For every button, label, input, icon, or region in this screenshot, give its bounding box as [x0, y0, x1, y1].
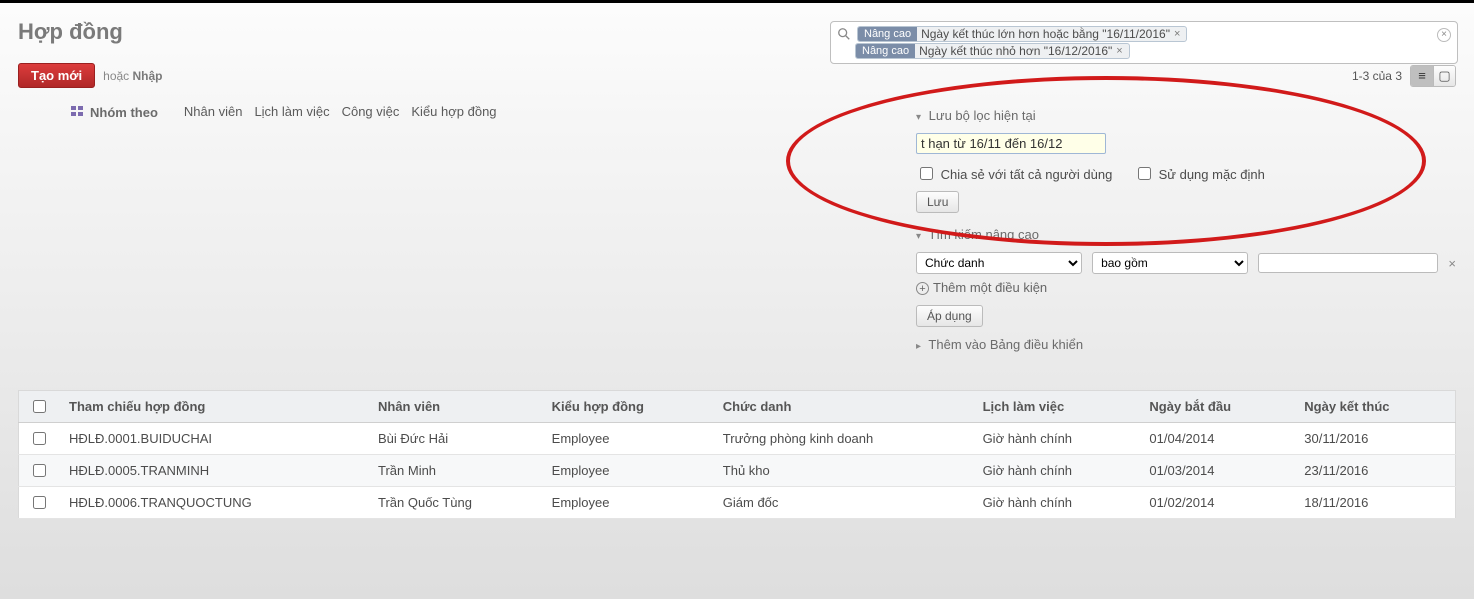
share-all-checkbox[interactable]: [920, 167, 933, 180]
select-all-checkbox[interactable]: [33, 400, 46, 413]
cell-ref: HĐLĐ.0006.TRANQUOCTUNG: [59, 487, 368, 519]
group-by-option[interactable]: Kiểu hợp đồng: [411, 104, 496, 119]
col-ctype[interactable]: Kiểu hợp đồng: [542, 391, 713, 423]
group-by-icon: [70, 104, 84, 121]
or-text: hoặc: [103, 69, 129, 83]
pager-text: 1-3 của 3: [1352, 69, 1402, 83]
table-row[interactable]: HĐLĐ.0006.TRANQUOCTUNGTrần Quốc TùngEmpl…: [19, 487, 1456, 519]
group-by-option[interactable]: Nhân viên: [184, 104, 243, 119]
advanced-field-select[interactable]: Chức danh: [916, 252, 1082, 274]
advanced-search-title[interactable]: Tìm kiếm nâng cao: [928, 227, 1039, 242]
cell-emp: Bùi Đức Hải: [368, 423, 542, 455]
chevron-down-icon[interactable]: [916, 231, 921, 242]
chevron-down-icon[interactable]: [916, 112, 921, 123]
group-by-options: Nhân viên Lịch làm việc Công việc Kiểu h…: [184, 104, 497, 119]
apply-button[interactable]: Áp dụng: [916, 305, 983, 327]
search-icon: [837, 27, 851, 41]
plus-icon: +: [916, 282, 929, 295]
row-checkbox[interactable]: [33, 464, 46, 477]
table-row[interactable]: HĐLĐ.0005.TRANMINHTrần MinhEmployeeThủ k…: [19, 455, 1456, 487]
cell-ref: HĐLĐ.0005.TRANMINH: [59, 455, 368, 487]
view-switcher: ≡ ▢: [1410, 65, 1456, 87]
cell-ctype: Employee: [542, 455, 713, 487]
facet-badge: Nâng cao: [856, 44, 915, 58]
row-checkbox[interactable]: [33, 496, 46, 509]
annotation-ellipse: [786, 76, 1426, 246]
list-view-icon[interactable]: ≡: [1411, 66, 1433, 86]
cell-ctype: Employee: [542, 487, 713, 519]
import-hint: hoặc Nhập: [103, 69, 162, 83]
col-ref[interactable]: Tham chiếu hợp đồng: [59, 391, 368, 423]
facet-text: Ngày kết thúc lớn hơn hoặc bằng "16/11/2…: [921, 27, 1170, 41]
clear-search-icon[interactable]: ×: [1437, 28, 1451, 42]
add-condition-label: Thêm một điều kiện: [933, 280, 1047, 295]
group-by-label: Nhóm theo: [90, 105, 158, 120]
use-default-text: Sử dụng mặc định: [1159, 167, 1265, 182]
col-start[interactable]: Ngày bắt đầu: [1139, 391, 1294, 423]
facet-remove-icon[interactable]: ×: [1112, 45, 1124, 57]
create-button[interactable]: Tạo mới: [18, 63, 95, 88]
filter-name-input[interactable]: [916, 133, 1106, 154]
col-job[interactable]: Chức danh: [713, 391, 973, 423]
cell-end: 30/11/2016: [1294, 423, 1455, 455]
row-checkbox[interactable]: [33, 432, 46, 445]
add-to-dashboard-title[interactable]: Thêm vào Bảng điều khiển: [928, 337, 1083, 352]
cell-start: 01/03/2014: [1139, 455, 1294, 487]
group-by: Nhóm theo: [70, 104, 158, 121]
search-facet[interactable]: Nâng cao Ngày kết thúc nhỏ hơn "16/12/20…: [855, 43, 1130, 59]
col-sched[interactable]: Lịch làm việc: [973, 391, 1140, 423]
form-view-icon[interactable]: ▢: [1433, 66, 1455, 86]
cell-sched: Giờ hành chính: [973, 423, 1140, 455]
cell-sched: Giờ hành chính: [973, 487, 1140, 519]
cell-end: 23/11/2016: [1294, 455, 1455, 487]
cell-job: Giám đốc: [713, 487, 973, 519]
cell-emp: Trần Quốc Tùng: [368, 487, 542, 519]
facet-remove-icon[interactable]: ×: [1170, 28, 1182, 40]
group-by-option[interactable]: Lịch làm việc: [254, 104, 329, 119]
save-filter-button[interactable]: Lưu: [916, 191, 959, 213]
import-link[interactable]: Nhập: [133, 69, 163, 83]
remove-condition-icon[interactable]: ×: [1448, 256, 1456, 271]
cell-emp: Trần Minh: [368, 455, 542, 487]
add-condition-button[interactable]: + Thêm một điều kiện: [916, 280, 1047, 295]
use-default-checkbox[interactable]: [1138, 167, 1151, 180]
cell-ctype: Employee: [542, 423, 713, 455]
chevron-right-icon[interactable]: [916, 341, 921, 352]
cell-start: 01/02/2014: [1139, 487, 1294, 519]
save-filter-title[interactable]: Lưu bộ lọc hiện tại: [929, 108, 1036, 123]
facet-badge: Nâng cao: [858, 27, 917, 41]
cell-job: Thủ kho: [713, 455, 973, 487]
search-box[interactable]: Nâng cao Ngày kết thúc lớn hơn hoặc bằng…: [830, 21, 1458, 64]
use-default-label[interactable]: Sử dụng mặc định: [1134, 167, 1265, 182]
share-all-label[interactable]: Chia sẻ với tất cả người dùng: [916, 167, 1116, 182]
cell-sched: Giờ hành chính: [973, 455, 1140, 487]
cell-end: 18/11/2016: [1294, 487, 1455, 519]
cell-ref: HĐLĐ.0001.BUIDUCHAI: [59, 423, 368, 455]
contracts-table: Tham chiếu hợp đồng Nhân viên Kiểu hợp đ…: [18, 390, 1456, 519]
cell-start: 01/04/2014: [1139, 423, 1294, 455]
cell-job: Trưởng phòng kinh doanh: [713, 423, 973, 455]
col-emp[interactable]: Nhân viên: [368, 391, 542, 423]
facet-text: Ngày kết thúc nhỏ hơn "16/12/2016": [919, 44, 1112, 58]
col-end[interactable]: Ngày kết thúc: [1294, 391, 1455, 423]
search-facet[interactable]: Nâng cao Ngày kết thúc lớn hơn hoặc bằng…: [857, 26, 1187, 42]
advanced-value-input[interactable]: [1258, 253, 1438, 273]
advanced-operator-select[interactable]: bao gồm: [1092, 252, 1248, 274]
table-row[interactable]: HĐLĐ.0001.BUIDUCHAIBùi Đức HảiEmployeeTr…: [19, 423, 1456, 455]
group-by-option[interactable]: Công việc: [342, 104, 400, 119]
share-all-text: Chia sẻ với tất cả người dùng: [941, 167, 1113, 182]
